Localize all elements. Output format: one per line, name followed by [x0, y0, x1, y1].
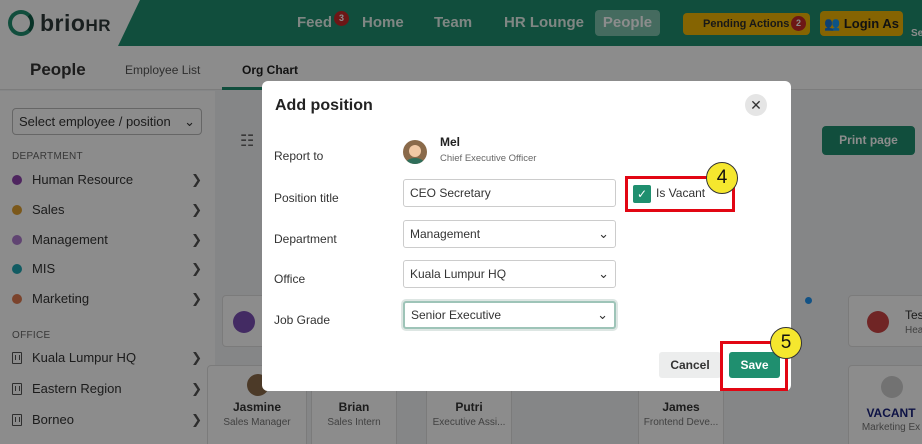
dialog-title: Add position	[275, 97, 373, 114]
department-value: Management	[410, 227, 481, 241]
office-value: Kuala Lumpur HQ	[410, 267, 507, 281]
job-grade-label: Job Grade	[274, 313, 331, 327]
position-title-input[interactable]: CEO Secretary	[403, 179, 616, 207]
job-grade-value: Senior Executive	[411, 308, 502, 322]
chevron-down-icon: ⌄	[597, 307, 608, 322]
add-position-dialog: Add position ✕ Report to Mel Chief Execu…	[262, 81, 791, 391]
step-badge-5: 5	[770, 327, 802, 359]
department-label: Department	[274, 232, 337, 246]
save-button[interactable]: Save	[729, 352, 780, 378]
report-to-title: Chief Executive Officer	[440, 153, 537, 164]
job-grade-select[interactable]: Senior Executive ⌄	[403, 301, 616, 329]
is-vacant-label[interactable]: Is Vacant	[656, 186, 705, 200]
position-title-label: Position title	[274, 191, 339, 205]
office-label: Office	[274, 272, 306, 286]
department-select[interactable]: Management ⌄	[403, 220, 616, 248]
chevron-down-icon: ⌄	[598, 266, 609, 281]
step-badge-4: 4	[706, 162, 738, 194]
report-to-name: Mel	[440, 135, 461, 149]
cancel-button[interactable]: Cancel	[659, 352, 721, 378]
avatar	[403, 140, 427, 164]
is-vacant-checkbox[interactable]: ✓	[633, 185, 651, 203]
chevron-down-icon: ⌄	[598, 226, 609, 241]
position-title-value: CEO Secretary	[410, 186, 491, 200]
close-icon[interactable]: ✕	[745, 94, 767, 116]
report-to-label: Report to	[274, 149, 324, 163]
office-select[interactable]: Kuala Lumpur HQ ⌄	[403, 260, 616, 288]
